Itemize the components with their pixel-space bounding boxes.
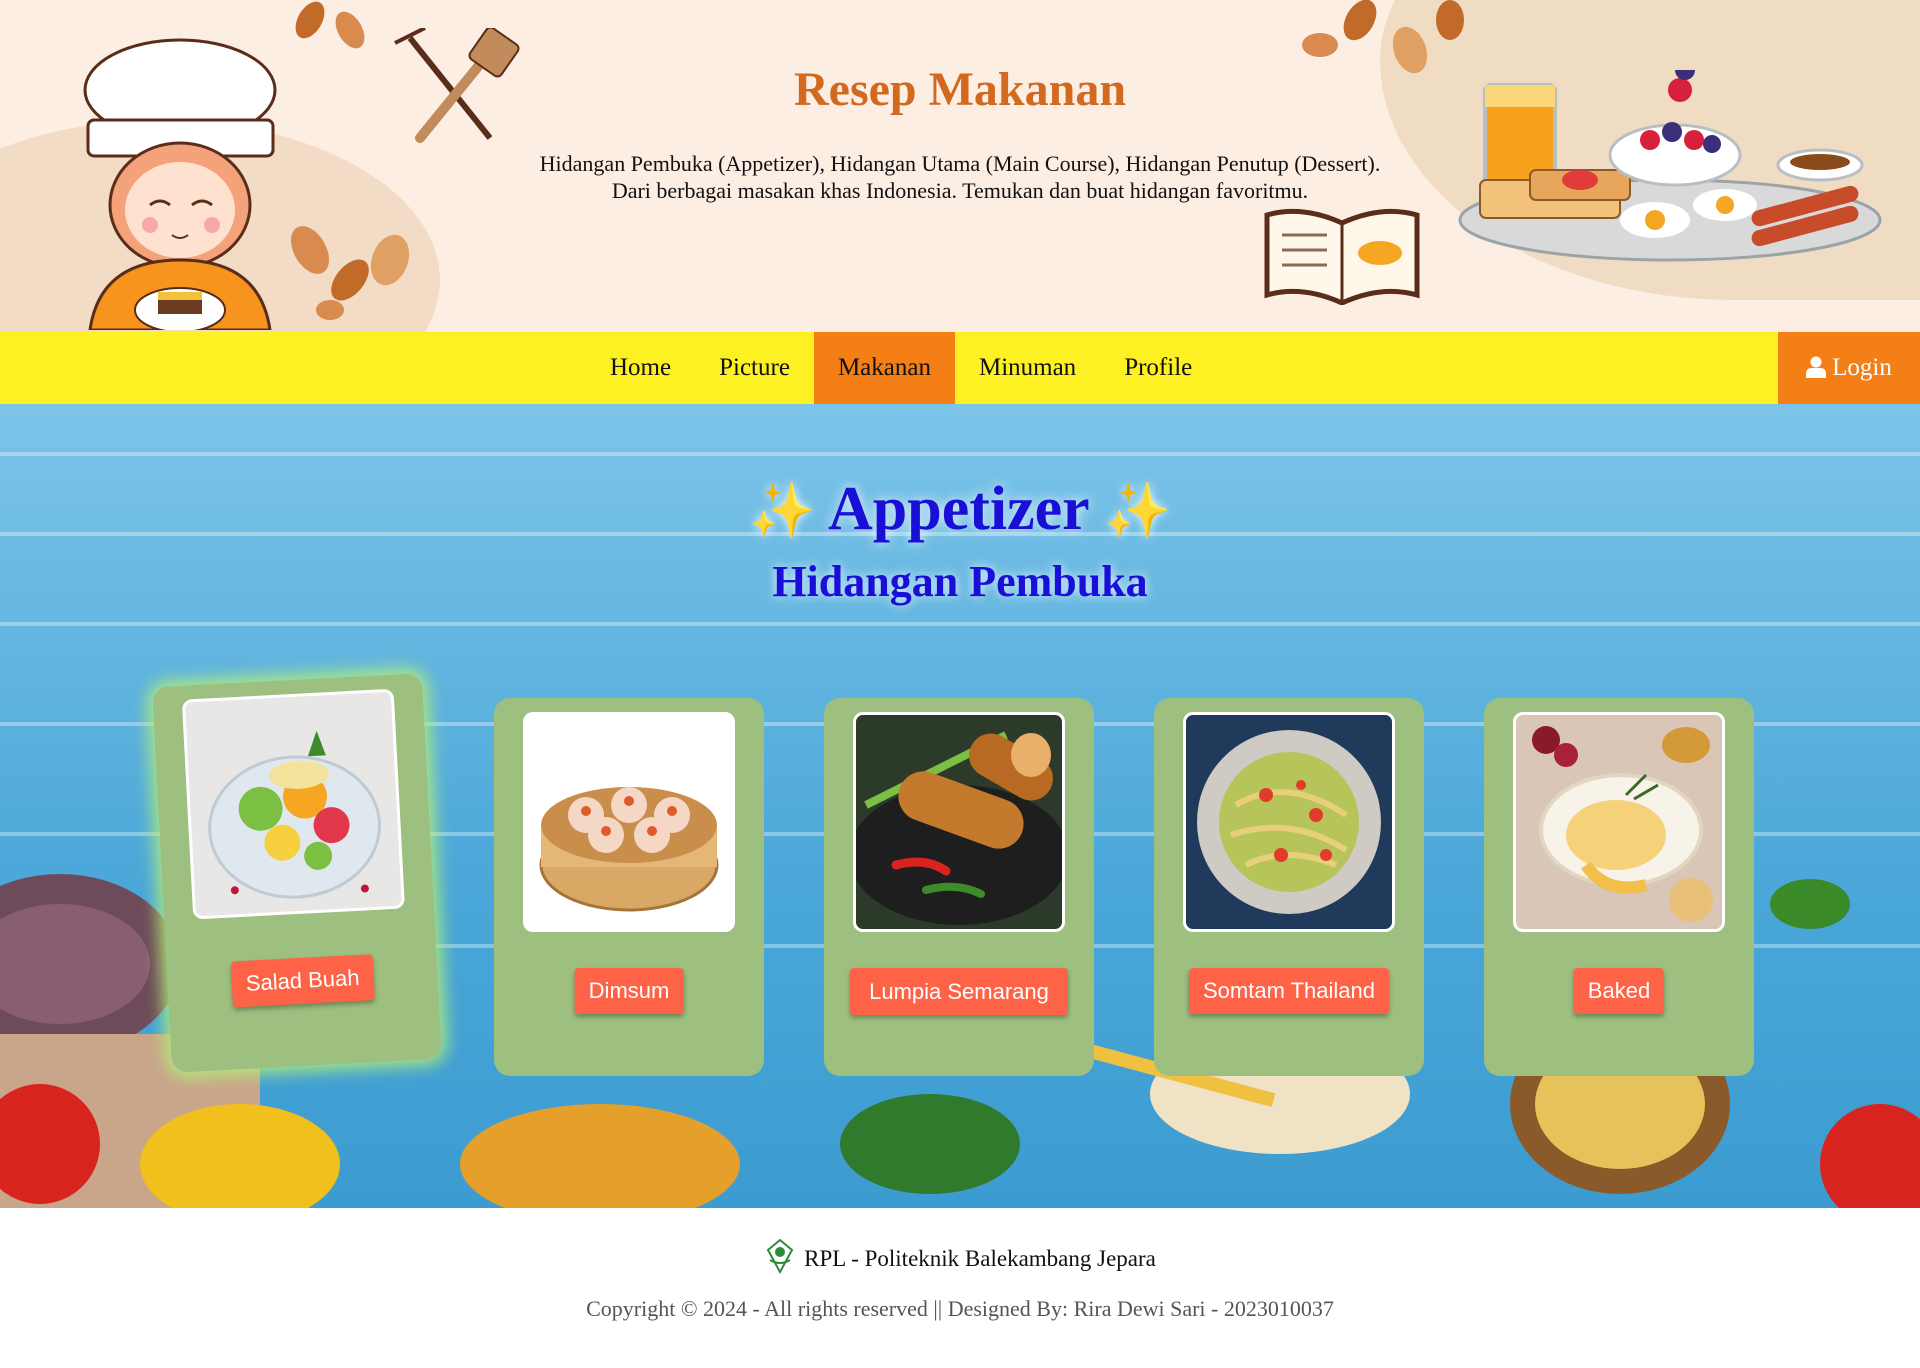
papaya-salad-icon (1197, 730, 1381, 914)
sparkle-icon: ✨ (748, 481, 816, 541)
footer-copyright: Copyright © 2024 - All rights reserved |… (586, 1296, 1334, 1321)
footer-org: RPL - Politeknik Balekambang Jepara (0, 1238, 1920, 1274)
appetizer-section: ✨ Appetizer ✨ Hidangan Pembuka Salad Bua… (0, 404, 1920, 1208)
campus-logo-icon (766, 1238, 794, 1274)
spring-roll-icon (856, 731, 1062, 925)
baked-brie-icon (1532, 726, 1713, 922)
nav-item-home[interactable]: Home (586, 332, 695, 404)
sparkle-icon: ✨ (1104, 481, 1172, 541)
recipe-book-icon (1264, 208, 1420, 305)
spring-roll-image (853, 712, 1065, 932)
description-line: Dari berbagai masakan khas Indonesia. Te… (611, 178, 1309, 203)
background-plank (0, 622, 1920, 626)
main-navbar: Home Picture Makanan Minuman Profile Log… (0, 332, 1920, 404)
nav-item-profile[interactable]: Profile (1100, 332, 1216, 404)
header-banner: Resep Makanan Hidangan Pembuka (Appetize… (0, 0, 1920, 332)
somtam-thailand-button[interactable]: Somtam Thailand (1188, 968, 1390, 1014)
footer-org-text: RPL - Politeknik Balekambang Jepara (804, 1246, 1156, 1271)
nav-item-minuman[interactable]: Minuman (955, 332, 1100, 404)
recipe-card[interactable]: Dimsum (494, 698, 764, 1076)
login-button[interactable]: Login (1778, 332, 1920, 404)
lumpia-semarang-label: Lumpia Semarang (869, 979, 1049, 1004)
background-plank (0, 452, 1920, 456)
section-title-text: Appetizer (828, 475, 1089, 543)
lumpia-semarang-button[interactable]: Lumpia Semarang (850, 968, 1068, 1015)
login-label: Login (1832, 354, 1892, 381)
dimsum-icon (539, 787, 719, 912)
dimsum-button[interactable]: Dimsum (574, 968, 684, 1014)
footer: RPL - Politeknik Balekambang Jepara Copy… (0, 1208, 1920, 1368)
recipe-card[interactable]: Lumpia Semarang (824, 698, 1094, 1076)
section-title: ✨ Appetizer ✨ (0, 474, 1920, 545)
recipe-card[interactable]: Somtam Thailand (1154, 698, 1424, 1076)
baked-brie-image (1513, 712, 1725, 932)
leaf-decor-icon (291, 226, 410, 320)
user-icon (1806, 356, 1827, 378)
papaya-salad-image (1183, 712, 1395, 932)
dimsum-image (523, 712, 735, 932)
fruit-salad-image (181, 688, 406, 920)
baked-button[interactable]: Baked (1573, 968, 1665, 1014)
fruit-salad-icon (208, 730, 382, 899)
description-line: Hidangan Pembuka (Appetizer), Hidangan U… (539, 151, 1381, 176)
nav-item-picture[interactable]: Picture (695, 332, 814, 404)
section-subtitle: Hidangan Pembuka (772, 557, 1148, 606)
nav-menu: Home Picture Makanan Minuman Profile (586, 332, 1216, 404)
site-title: Resep Makanan (793, 63, 1127, 116)
site-description: Hidangan Pembuka (Appetizer), Hidangan U… (0, 150, 1920, 204)
nav-item-makanan[interactable]: Makanan (813, 332, 955, 404)
recipe-card[interactable]: Baked (1484, 698, 1754, 1076)
recipe-card[interactable]: Salad Buah (152, 673, 442, 1073)
leaf-decor-icon (295, 1, 365, 49)
salad-buah-button[interactable]: Salad Buah (230, 954, 375, 1008)
